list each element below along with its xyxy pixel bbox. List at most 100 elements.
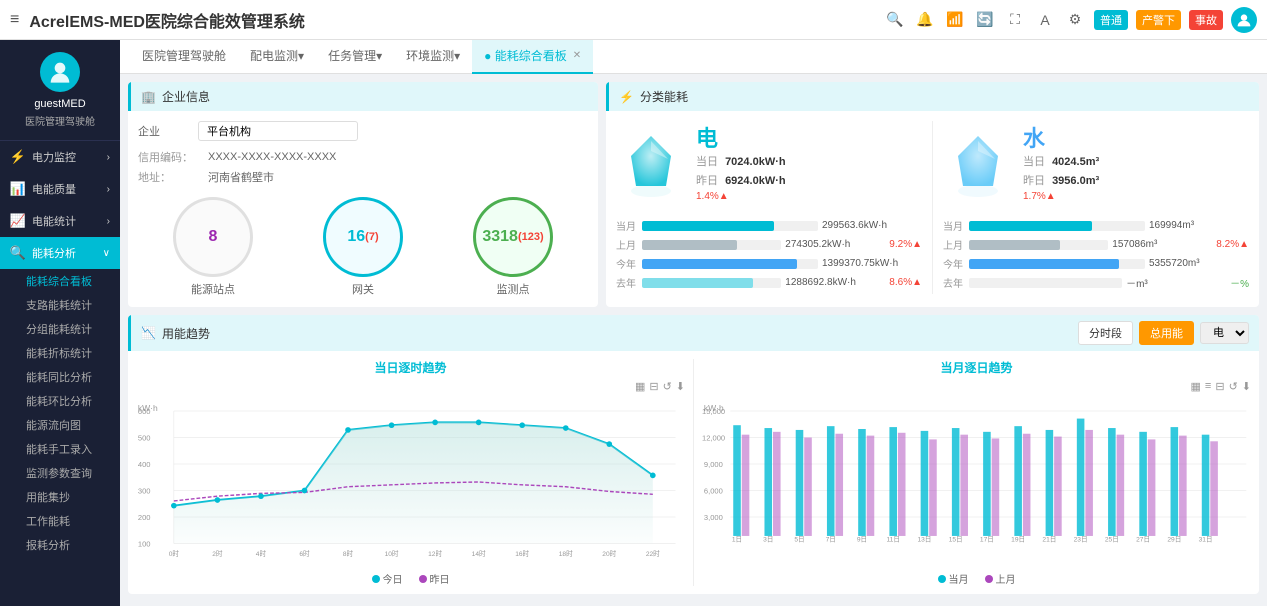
bar-row-last-month: 上月 274305.2kW·h 9.2%▲: [616, 237, 922, 252]
sidebar-item-estats[interactable]: 📈 电能统计 ›: [0, 205, 120, 237]
svg-text:500: 500: [138, 433, 151, 442]
company-name-row: 企业: [138, 121, 588, 141]
chart-line-icon[interactable]: ⊟: [649, 380, 658, 393]
total-btn[interactable]: 总用能: [1139, 321, 1194, 345]
settings-icon[interactable]: ⚙: [1064, 9, 1086, 31]
search-icon[interactable]: 🔍: [884, 9, 906, 31]
gateway-label: 网关: [352, 281, 374, 297]
svg-text:29日: 29日: [1167, 536, 1181, 544]
legend-month: 当月: [938, 571, 969, 586]
badge-accident[interactable]: 事故: [1189, 10, 1223, 30]
sidebar-user: guestMED 医院管理驾驶舱: [0, 40, 120, 141]
hourly-btn[interactable]: 分时段: [1078, 321, 1133, 345]
tab-electric-monitor[interactable]: 配电监测 ▾: [238, 40, 316, 74]
sidebar-username: guestMED: [34, 98, 85, 110]
tab-hospital-dashboard[interactable]: 医院管理驾驶舱: [130, 40, 238, 74]
refresh-icon[interactable]: 🔄: [974, 9, 996, 31]
chart-bar-icon[interactable]: ▦: [635, 380, 645, 393]
sidebar-item-yoy[interactable]: 能耗同比分析: [0, 365, 120, 389]
wifi-icon[interactable]: 📶: [944, 9, 966, 31]
company-input[interactable]: [198, 121, 358, 141]
sidebar-item-quality[interactable]: 📊 电能质量 ›: [0, 173, 120, 205]
tab-env-monitor[interactable]: 环境监测 ▾: [394, 40, 472, 74]
bar-row-month: 当月 299563.6kW·h: [616, 218, 922, 233]
bar-last-month-container: [642, 240, 781, 250]
chart-monthly-legend: 当月 上月: [702, 571, 1251, 586]
sidebar-item-quality-label: 电能质量: [32, 181, 107, 197]
energy-type-select[interactable]: 电 水: [1200, 322, 1249, 344]
water-bar-last-year: 去年 －m³ －%: [943, 275, 1249, 290]
svg-text:23日: 23日: [1074, 536, 1088, 544]
water-bar-month-container: [969, 221, 1145, 231]
sidebar-item-electric[interactable]: ⚡ 电力监控 ›: [0, 141, 120, 173]
chart-bar2-icon[interactable]: ▦: [1191, 380, 1201, 393]
tab-arrow-icon3: ▾: [454, 49, 460, 63]
svg-text:4时: 4时: [256, 549, 267, 558]
electricity-crystal-icon: [616, 131, 686, 201]
sidebar-org[interactable]: 医院管理驾驶舱: [25, 113, 95, 128]
sidebar-item-manual[interactable]: 能耗手工录入: [0, 437, 120, 461]
app-title: AcrelEMS-MED医院综合能效管理系统: [29, 8, 884, 32]
yesterday-value: 6924.0kW·h: [725, 175, 786, 187]
sidebar-item-dashboard[interactable]: 能耗综合看板: [0, 269, 120, 293]
circle-gateway: 16 (7): [323, 197, 403, 277]
chart-download2-icon[interactable]: ⬇: [1242, 380, 1251, 393]
tab-energy-dashboard[interactable]: ● 能耗综合看板 ✕: [472, 40, 593, 74]
trend-header-left: 📉 用能趋势: [141, 325, 210, 342]
svg-text:10时: 10时: [385, 549, 399, 558]
chart-divider: [693, 359, 694, 586]
chart-refresh-icon[interactable]: ↺: [663, 380, 672, 393]
svg-text:18时: 18时: [559, 549, 573, 558]
energy-panel-header: ⚡ 分类能耗: [606, 82, 1259, 111]
gateway-value: 16: [347, 228, 365, 246]
energy-panel: ⚡ 分类能耗: [606, 82, 1259, 307]
nav-tabs: 医院管理驾驶舱 配电监测 ▾ 任务管理 ▾ 环境监测 ▾ ● 能耗综合看板 ✕: [120, 40, 1267, 74]
sidebar-item-flow[interactable]: 能源流向图: [0, 413, 120, 437]
sidebar-item-collect[interactable]: 用能集抄: [0, 485, 120, 509]
electricity-title: 电: [696, 121, 786, 153]
topbar-icons: 🔍 🔔 📶 🔄 ⛶ A ⚙ 普通 产警下 事故: [884, 7, 1257, 33]
company-address-row: 地址： 河南省鹤壁市: [138, 169, 588, 185]
user-avatar[interactable]: [1231, 7, 1257, 33]
sidebar-item-route-stats[interactable]: 支路能耗统计: [0, 293, 120, 317]
svg-text:25日: 25日: [1105, 536, 1119, 544]
electricity-values: 当日 7024.0kW·h 昨日 6924.0kW·h: [696, 153, 786, 188]
trend-icon: 📉: [141, 326, 156, 340]
fullscreen-icon[interactable]: ⛶: [1004, 9, 1026, 31]
chevron-right-icon2: ›: [107, 184, 110, 195]
stat-monitor: 3318 (123) 监测点: [473, 197, 553, 297]
circle-monitor: 3318 (123): [473, 197, 553, 277]
chart-download-icon[interactable]: ⬇: [676, 380, 685, 393]
svg-text:15,000: 15,000: [702, 407, 725, 416]
sidebar-item-analysis[interactable]: 🔍 能耗分析 ∨: [0, 237, 120, 269]
sidebar-item-report[interactable]: 报耗分析: [0, 533, 120, 557]
svg-text:400: 400: [138, 460, 151, 469]
svg-text:12,000: 12,000: [702, 433, 725, 442]
badge-normal[interactable]: 普通: [1094, 10, 1128, 30]
badge-warn[interactable]: 产警下: [1136, 10, 1181, 30]
water-bar-month: 当月 169994m³: [943, 218, 1249, 233]
chart-daily: 当日逐时趋势 ▦ ⊟ ↺ ⬇ kW·h: [136, 359, 685, 586]
water-bar-year: 今年 5355720m³: [943, 256, 1249, 271]
content: 医院管理驾驶舱 配电监测 ▾ 任务管理 ▾ 环境监测 ▾ ● 能耗综合看板 ✕ …: [120, 40, 1267, 606]
sidebar-item-monitor[interactable]: 监测参数查询: [0, 461, 120, 485]
energy-panel-title: 分类能耗: [640, 88, 688, 105]
chart-sort-icon[interactable]: ≡: [1205, 380, 1211, 393]
chevron-down-icon: ∨: [103, 248, 110, 259]
tab-close-icon[interactable]: ✕: [573, 50, 581, 61]
sidebar-item-work[interactable]: 工作能耗: [0, 509, 120, 533]
trend-body: 当日逐时趋势 ▦ ⊟ ↺ ⬇ kW·h: [128, 351, 1259, 594]
font-icon[interactable]: A: [1034, 9, 1056, 31]
bell-icon[interactable]: 🔔: [914, 9, 936, 31]
sidebar-item-subgroup[interactable]: 分组能耗统计: [0, 317, 120, 341]
sidebar-item-target[interactable]: 能耗折标统计: [0, 341, 120, 365]
chart-refresh2-icon[interactable]: ↺: [1229, 380, 1238, 393]
station-label: 能源站点: [191, 281, 235, 297]
chart-daily-svg: kW·h 600 500 400: [136, 397, 685, 567]
chart-line2-icon[interactable]: ⊟: [1215, 380, 1224, 393]
tab-task-mgmt[interactable]: 任务管理 ▾: [316, 40, 394, 74]
electricity-bars: 当月 299563.6kW·h 上月 274305.2kW·h 9.2%▲: [616, 218, 922, 290]
water-bar-lm-container: [969, 240, 1108, 250]
sidebar-item-ring[interactable]: 能耗环比分析: [0, 389, 120, 413]
menu-icon[interactable]: ≡: [10, 11, 19, 29]
